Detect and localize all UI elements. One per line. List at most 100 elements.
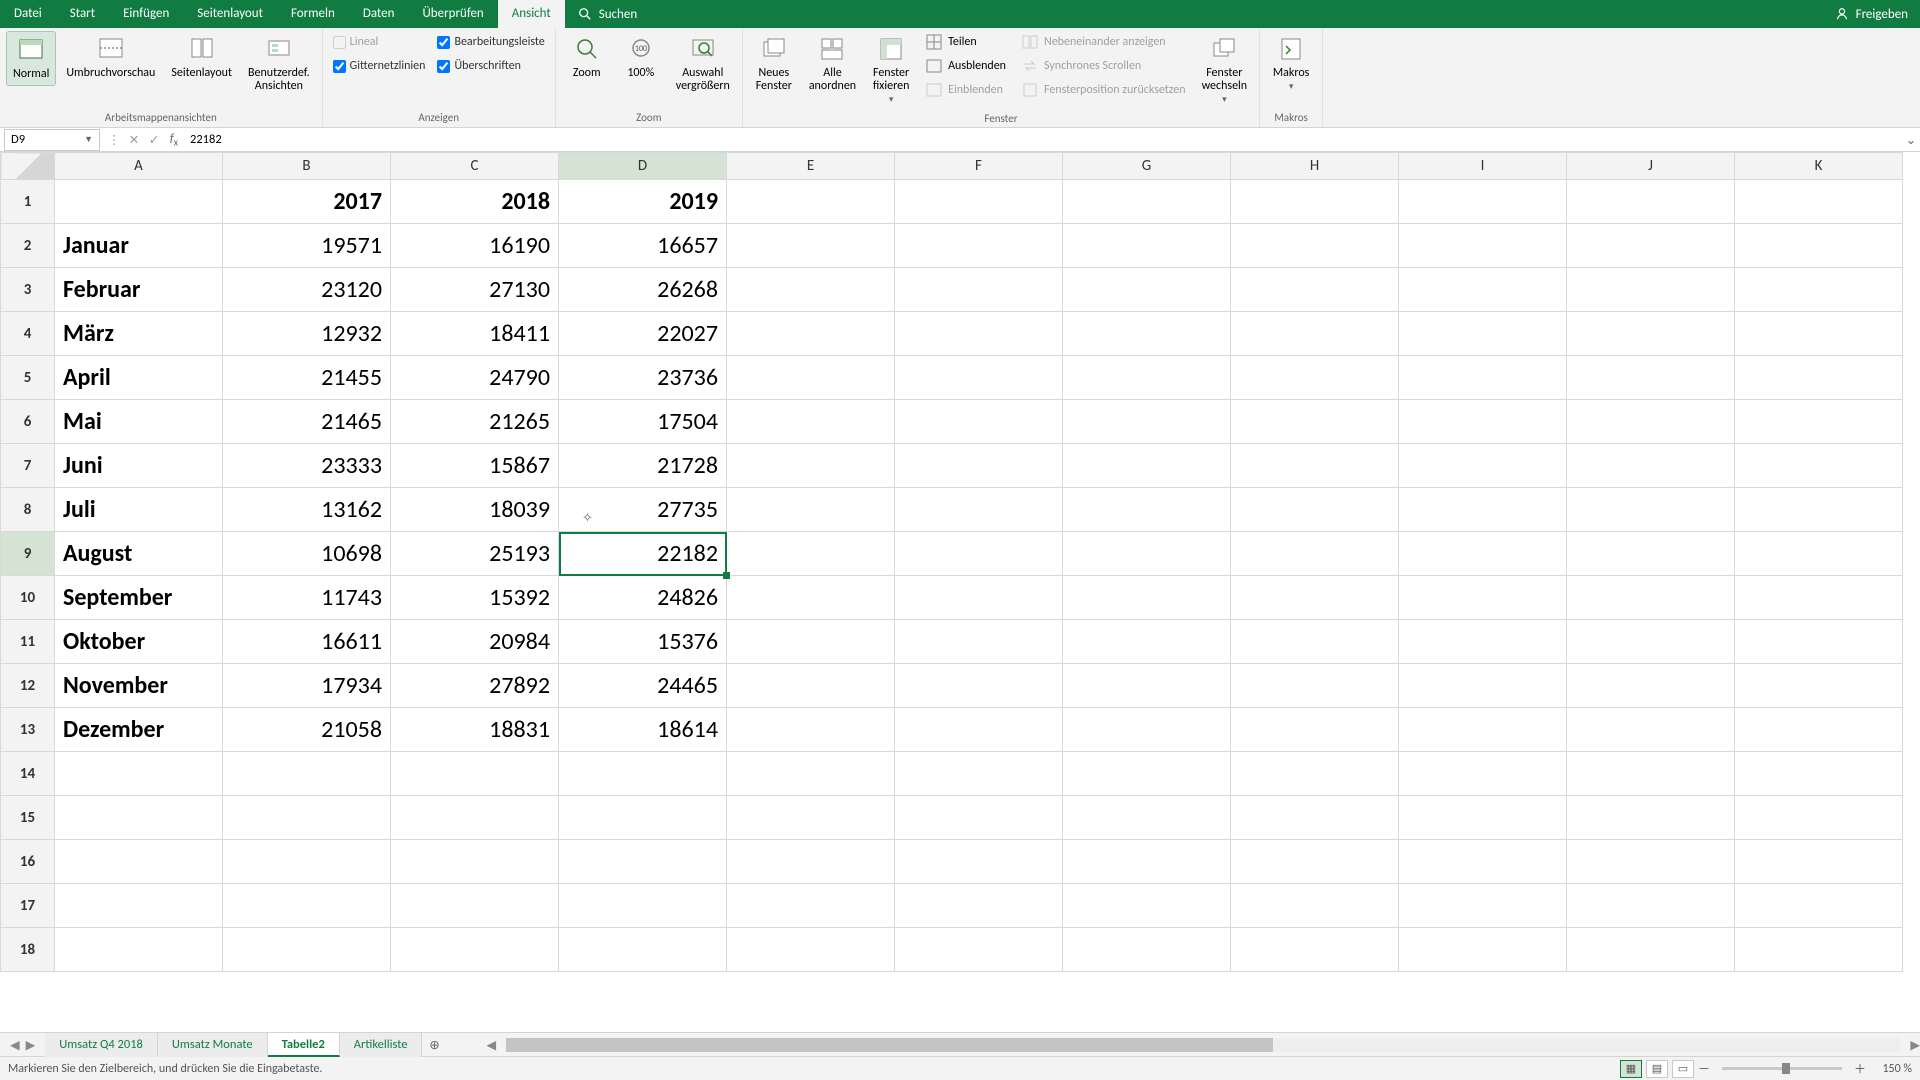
expand-formula-icon[interactable]: ⌄ [1902,132,1920,148]
cell-J7[interactable] [1567,444,1735,488]
share-button[interactable]: Freigeben [1834,6,1908,22]
cell-C12[interactable]: 27892 [391,664,559,708]
cell-H7[interactable] [1231,444,1399,488]
cell-J10[interactable] [1567,576,1735,620]
cell-D9[interactable]: 22182 [559,532,727,576]
tab-nav-next-icon[interactable]: ▶ [26,1037,36,1053]
cell-B16[interactable] [223,840,391,884]
menu-tab-ansicht[interactable]: Ansicht [498,0,565,28]
cell-A6[interactable]: Mai [55,400,223,444]
cell-E11[interactable] [727,620,895,664]
cell-F1[interactable] [895,180,1063,224]
cell-E3[interactable] [727,268,895,312]
cell-I10[interactable] [1399,576,1567,620]
row-header-16[interactable]: 16 [1,840,55,884]
row-header-13[interactable]: 13 [1,708,55,752]
cell-J1[interactable] [1567,180,1735,224]
cell-I2[interactable] [1399,224,1567,268]
cell-A18[interactable] [55,928,223,972]
cell-D6[interactable]: 17504 [559,400,727,444]
cell-K3[interactable] [1735,268,1903,312]
new-window-button[interactable]: Neues Fenster [749,31,799,97]
cell-C5[interactable]: 24790 [391,356,559,400]
zoom-out-button[interactable]: － [1694,1060,1714,1077]
hscroll-left-icon[interactable]: ◀ [486,1037,496,1053]
cell-B9[interactable]: 10698 [223,532,391,576]
cell-K5[interactable] [1735,356,1903,400]
cell-I12[interactable] [1399,664,1567,708]
sheet-tab[interactable]: Umsatz Q4 2018 [45,1033,158,1057]
row-header-17[interactable]: 17 [1,884,55,928]
cell-F13[interactable] [895,708,1063,752]
cell-F14[interactable] [895,752,1063,796]
cell-G17[interactable] [1063,884,1231,928]
freeze-panes-button[interactable]: Fenster fixieren ▾ [866,31,916,110]
cell-J8[interactable] [1567,488,1735,532]
zoom-slider[interactable] [1722,1067,1842,1070]
cell-H11[interactable] [1231,620,1399,664]
cell-C11[interactable]: 20984 [391,620,559,664]
tell-me-search[interactable]: Suchen [565,6,649,22]
cell-D8[interactable]: 27735 [559,488,727,532]
cell-H4[interactable] [1231,312,1399,356]
cell-H2[interactable] [1231,224,1399,268]
accept-formula-icon[interactable]: ✓ [144,132,164,148]
cell-G11[interactable] [1063,620,1231,664]
cell-K18[interactable] [1735,928,1903,972]
sheet-tab[interactable]: Umsatz Monate [158,1033,268,1057]
cell-H17[interactable] [1231,884,1399,928]
cell-I8[interactable] [1399,488,1567,532]
col-header-C[interactable]: C [391,153,559,180]
zoom-button[interactable]: Zoom [562,31,612,84]
zoom-knob[interactable] [1782,1063,1790,1074]
cell-H6[interactable] [1231,400,1399,444]
cell-G16[interactable] [1063,840,1231,884]
view-mode-break-icon[interactable]: ▭ [1672,1060,1694,1078]
switch-windows-button[interactable]: Fenster wechseln ▾ [1196,31,1254,110]
view-mode-page-icon[interactable]: ▤ [1646,1060,1668,1078]
cell-G2[interactable] [1063,224,1231,268]
view-pagelayout-button[interactable]: Seitenlayout [165,31,238,84]
cell-J6[interactable] [1567,400,1735,444]
row-header-3[interactable]: 3 [1,268,55,312]
cell-C18[interactable] [391,928,559,972]
cell-K6[interactable] [1735,400,1903,444]
zoom-in-button[interactable]: ＋ [1850,1060,1870,1077]
row-header-6[interactable]: 6 [1,400,55,444]
cell-D13[interactable]: 18614 [559,708,727,752]
cell-D2[interactable]: 16657 [559,224,727,268]
row-header-18[interactable]: 18 [1,928,55,972]
cell-C3[interactable]: 27130 [391,268,559,312]
cell-J17[interactable] [1567,884,1735,928]
cell-F3[interactable] [895,268,1063,312]
cell-K16[interactable] [1735,840,1903,884]
cell-A8[interactable]: Juli [55,488,223,532]
cell-G7[interactable] [1063,444,1231,488]
cell-K4[interactable] [1735,312,1903,356]
row-header-11[interactable]: 11 [1,620,55,664]
cell-A9[interactable]: August [55,532,223,576]
chevron-down-icon[interactable]: ▼ [84,134,93,145]
cell-K13[interactable] [1735,708,1903,752]
cell-H14[interactable] [1231,752,1399,796]
cell-I17[interactable] [1399,884,1567,928]
cell-B2[interactable]: 19571 [223,224,391,268]
cell-A15[interactable] [55,796,223,840]
cell-J4[interactable] [1567,312,1735,356]
cell-B5[interactable]: 21455 [223,356,391,400]
cell-A3[interactable]: Februar [55,268,223,312]
cell-E10[interactable] [727,576,895,620]
fill-handle[interactable] [723,572,730,579]
cell-E12[interactable] [727,664,895,708]
cell-B10[interactable]: 11743 [223,576,391,620]
cell-B6[interactable]: 21465 [223,400,391,444]
cell-K17[interactable] [1735,884,1903,928]
worksheet-area[interactable]: ABCDEFGHIJK12017201820192Januar195711619… [0,152,1920,1032]
cell-E2[interactable] [727,224,895,268]
cell-K12[interactable] [1735,664,1903,708]
cell-C7[interactable]: 15867 [391,444,559,488]
cell-E7[interactable] [727,444,895,488]
cell-J14[interactable] [1567,752,1735,796]
cell-F2[interactable] [895,224,1063,268]
fx-icon[interactable]: fx [164,131,184,149]
